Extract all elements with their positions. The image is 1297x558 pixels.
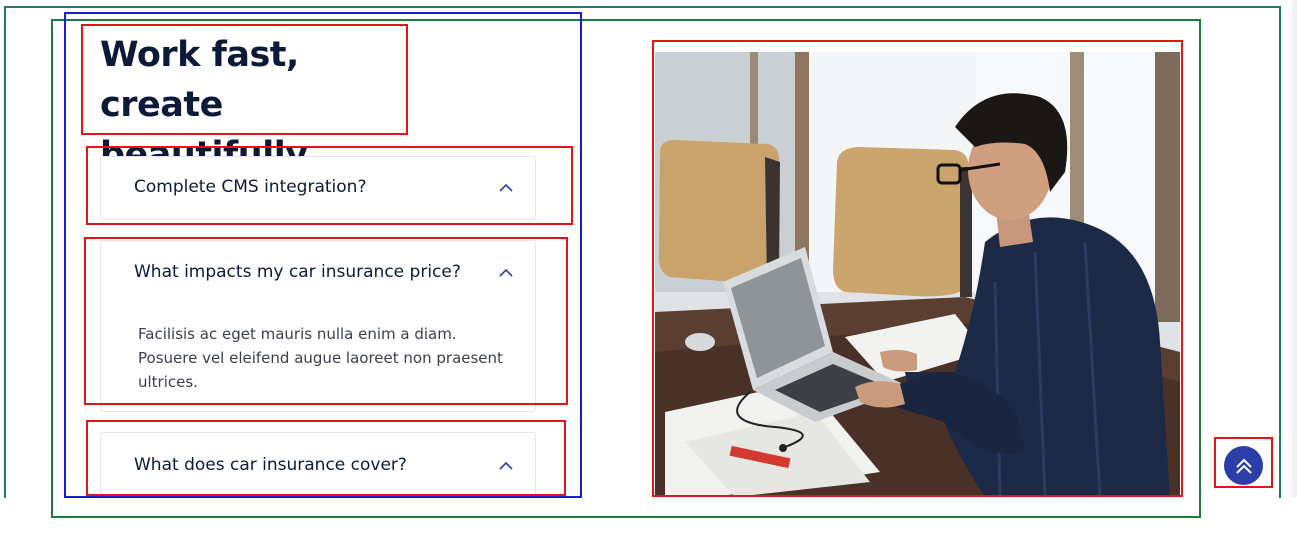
faq-question: What does car insurance cover? — [134, 455, 407, 475]
faq-item[interactable]: What impacts my car insurance price? Fac… — [100, 240, 536, 412]
chevron-up-icon[interactable] — [499, 461, 513, 471]
chevron-up-icon[interactable] — [499, 183, 513, 193]
office-photo — [655, 52, 1180, 497]
office-photo-illustration — [655, 52, 1180, 497]
page-scrollbar-track — [1292, 0, 1297, 497]
faq-question: What impacts my car insurance price? — [134, 262, 461, 282]
faq-item[interactable]: What does car insurance cover? — [100, 432, 536, 496]
faq-answer: Facilisis ac eget mauris nulla enim a di… — [138, 325, 503, 391]
double-chevron-up-icon — [1235, 458, 1252, 474]
faq-question: Complete CMS integration? — [134, 177, 367, 197]
scroll-to-top-button[interactable] — [1224, 446, 1263, 485]
chevron-up-icon[interactable] — [499, 268, 513, 278]
faq-item[interactable]: Complete CMS integration? — [100, 156, 536, 220]
page-viewport: Work fast, create beautifully. Complete … — [0, 0, 1297, 497]
